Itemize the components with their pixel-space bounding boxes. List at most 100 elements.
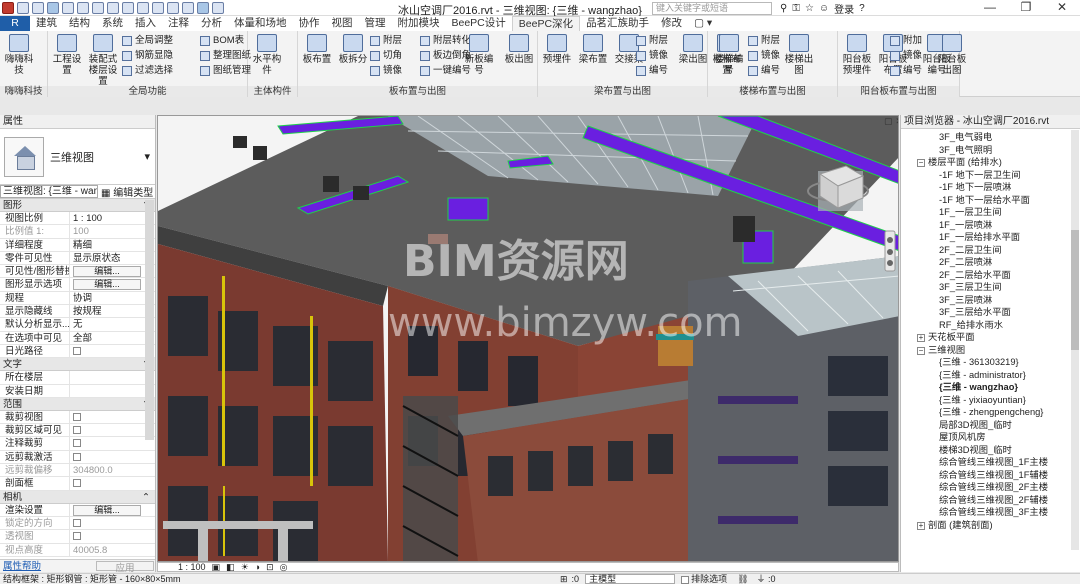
property-checkbox[interactable]	[73, 412, 81, 421]
property-checkbox[interactable]	[73, 346, 81, 355]
model-selector[interactable]: 主模型	[585, 574, 676, 584]
browser-item[interactable]: {三维 - wangzhao}	[901, 381, 1080, 394]
select-links-icon[interactable]: ⛓	[737, 574, 748, 584]
instance-selector[interactable]: 三维视图: {三维 - wan▾	[0, 185, 98, 198]
tab-12[interactable]: BeePC设计	[446, 16, 512, 31]
property-value[interactable]: 100	[70, 225, 155, 237]
browser-item[interactable]: 2F_二层给水平面	[901, 269, 1080, 282]
browser-item[interactable]: -1F 地下一层给水平面	[901, 194, 1080, 207]
ribbon-button[interactable]: 新板编号	[462, 34, 496, 76]
property-value[interactable]: 无	[70, 318, 155, 330]
ribbon-button[interactable]: 楼梯出图	[782, 34, 816, 76]
property-value[interactable]: 编辑...	[70, 265, 155, 278]
ribbon-small-button[interactable]: 镜像	[370, 65, 402, 77]
property-value[interactable]: 精细	[70, 239, 155, 251]
3d-view-icon[interactable]	[137, 2, 149, 14]
3d-viewport[interactable]: ▢ ✕ BIM资源网 www.bimzyw.com	[157, 115, 899, 562]
browser-item[interactable]: 综合管线三维视图_3F主楼	[901, 506, 1080, 519]
switch-windows-icon[interactable]	[197, 2, 209, 14]
ribbon-small-button[interactable]: 镜像	[636, 50, 668, 62]
property-value[interactable]	[70, 477, 155, 489]
shadows-icon[interactable]: ◑	[255, 562, 260, 572]
property-value[interactable]: 全部	[70, 332, 155, 344]
browser-item[interactable]: − 楼层平面 (给排水)	[901, 156, 1080, 169]
tab-4[interactable]: 插入	[129, 16, 162, 31]
worksets-icon[interactable]: ⊞	[560, 574, 568, 584]
ribbon-small-button[interactable]: 图纸管理	[200, 65, 251, 77]
browser-item[interactable]: 综合管线三维视图_2F主楼	[901, 481, 1080, 494]
property-value[interactable]	[70, 385, 155, 397]
close-button[interactable]: ✕	[1044, 0, 1080, 16]
browser-item[interactable]: + 剖面 (建筑剖面)	[901, 519, 1080, 532]
property-value[interactable]	[70, 411, 155, 423]
open-icon[interactable]	[17, 2, 29, 14]
tab-2[interactable]: 结构	[63, 16, 96, 31]
ribbon-button[interactable]: 阳台板出图	[935, 34, 969, 76]
ribbon-button[interactable]: 嗨嗨科技	[4, 34, 34, 76]
ribbon-small-button[interactable]: 附层	[748, 35, 780, 47]
browser-item[interactable]: 1F_一层卫生间	[901, 206, 1080, 219]
browser-item[interactable]: 3F_电气弱电	[901, 131, 1080, 144]
browser-item[interactable]: {三维 - yixiaoyuntian}	[901, 394, 1080, 407]
property-value[interactable]	[70, 437, 155, 449]
ribbon-small-button[interactable]: 全局调整	[122, 35, 173, 47]
exclude-checkbox[interactable]	[681, 576, 690, 584]
property-value[interactable]	[70, 424, 155, 436]
search-input[interactable]: 键入关键字或短语	[652, 2, 772, 15]
property-value[interactable]: 编辑...	[70, 278, 155, 291]
property-checkbox[interactable]	[73, 532, 81, 541]
properties-section-header[interactable]: 文字⌃	[0, 358, 155, 372]
restore-button[interactable]: ❐	[1008, 0, 1044, 16]
print-icon[interactable]	[92, 2, 104, 14]
property-edit-button[interactable]: 编辑...	[73, 504, 141, 516]
properties-help-link[interactable]: 属性帮助	[0, 560, 95, 572]
ribbon-button[interactable]: 阳台板预埋件	[842, 34, 872, 76]
tab-8[interactable]: 协作	[293, 16, 326, 31]
browser-item[interactable]: {三维 - 361303219}	[901, 356, 1080, 369]
browser-item[interactable]: 屋顶风机房	[901, 431, 1080, 444]
ribbon-small-button[interactable]: 镜像	[748, 50, 780, 62]
browser-item[interactable]: + 天花板平面	[901, 331, 1080, 344]
browser-item[interactable]: − 三维视图	[901, 344, 1080, 357]
tab-16[interactable]: ▢ ▾	[688, 16, 718, 31]
ribbon-button[interactable]: 板布置	[302, 34, 332, 65]
ribbon-small-button[interactable]: 编号	[748, 65, 780, 77]
tab-15[interactable]: 修改	[655, 16, 688, 31]
ribbon-small-button[interactable]: 附层	[636, 35, 668, 47]
sync-icon[interactable]	[47, 2, 59, 14]
browser-item[interactable]: -1F 地下一层喷淋	[901, 181, 1080, 194]
properties-scrollbar[interactable]	[145, 200, 154, 440]
revit-logo-icon[interactable]	[2, 2, 14, 14]
close-hidden-icon[interactable]	[182, 2, 194, 14]
tab-0[interactable]: R	[0, 16, 30, 31]
edit-type-button[interactable]: ▦ 编辑类型	[98, 184, 153, 199]
type-selector[interactable]: 三维视图 ▾	[0, 129, 155, 185]
property-checkbox[interactable]	[73, 426, 81, 435]
browser-item[interactable]: {三维 - administrator}	[901, 369, 1080, 382]
ribbon-small-button[interactable]: 钢筋显隐	[122, 50, 173, 62]
property-checkbox[interactable]	[73, 479, 81, 488]
section-icon[interactable]	[152, 2, 164, 14]
ribbon-button[interactable]: 预埋件	[542, 34, 572, 65]
browser-item[interactable]: 1F_一层给排水平面	[901, 231, 1080, 244]
tab-13[interactable]: BeePC深化	[511, 16, 581, 31]
exclude-options[interactable]: 排除选项	[681, 574, 727, 584]
browser-scroll-thumb[interactable]	[1071, 230, 1079, 350]
ribbon-button[interactable]: 楼梯编号	[712, 34, 746, 76]
property-edit-button[interactable]: 编辑...	[73, 279, 141, 291]
expand-icon[interactable]: +	[917, 521, 925, 530]
expand-icon[interactable]: +	[917, 334, 925, 342]
star-icon[interactable]: ☆	[805, 3, 814, 14]
browser-item[interactable]: 综合管线三维视图_2F辅楼	[901, 494, 1080, 507]
redo-icon[interactable]	[77, 2, 89, 14]
ribbon-small-button[interactable]: 镜像	[890, 50, 922, 62]
ribbon-button[interactable]: 板拆分	[338, 34, 368, 65]
browser-item[interactable]: 2F_二层卫生间	[901, 244, 1080, 257]
binoculars-icon[interactable]: ⚲	[780, 3, 787, 14]
browser-item[interactable]: 综合管线三维视图_1F辅楼	[901, 469, 1080, 482]
ribbon-button[interactable]: 梁布置	[578, 34, 608, 65]
tab-1[interactable]: 建筑	[30, 16, 63, 31]
undo-icon[interactable]	[62, 2, 74, 14]
view-scale[interactable]: 1 : 100	[178, 562, 206, 572]
properties-section-header[interactable]: 图形⌃	[0, 199, 155, 212]
